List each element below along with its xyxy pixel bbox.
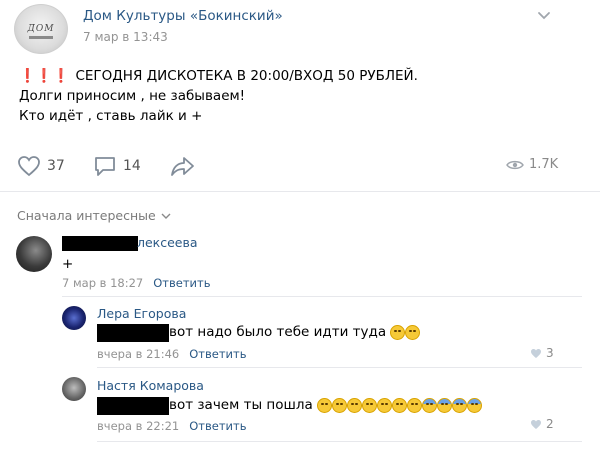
comment-author[interactable]: лексеева	[137, 235, 198, 250]
emoji-group	[317, 397, 483, 413]
redacted-mention-block	[97, 397, 169, 415]
fear-emoji-icon	[467, 397, 483, 413]
grin-emoji-icon	[407, 397, 423, 413]
reply-like-button[interactable]: 2	[530, 417, 554, 431]
reply-link[interactable]: Ответить	[189, 419, 246, 433]
views-counter: 1.7K	[506, 157, 558, 172]
exclamation-emoji: ❗❗❗	[19, 68, 70, 84]
comments-sort-dropdown[interactable]: Сначала интересные	[17, 208, 172, 223]
reply-like-button[interactable]: 3	[530, 346, 554, 360]
divider	[97, 441, 582, 442]
crying-emoji-icon	[347, 397, 363, 413]
post-author[interactable]: Дом Культуры «Бокинский»	[83, 8, 283, 24]
redacted-mention-block	[97, 324, 169, 342]
grin-emoji-icon	[392, 397, 408, 413]
reply-date[interactable]: вчера в 22:21	[97, 419, 179, 433]
reply-text: вот надо было тебе идти туда	[169, 324, 421, 340]
chevron-down-icon[interactable]	[537, 11, 551, 21]
heart-icon	[531, 348, 541, 358]
eye-icon	[506, 160, 524, 169]
divider	[62, 296, 582, 297]
post-text-line-1-content: СЕГОДНЯ ДИСКОТЕКА В 20:00/ВХОД 50 РУБЛЕЙ…	[75, 68, 418, 84]
fear-emoji-icon	[437, 397, 453, 413]
comment-button[interactable]: 14	[93, 155, 141, 177]
like-count: 37	[47, 158, 65, 174]
avatar-logo-underline	[29, 36, 53, 39]
post-text-line-3: Кто идёт , ставь лайк и +	[19, 108, 203, 124]
comment-icon	[95, 157, 115, 176]
fear-emoji-icon	[452, 397, 468, 413]
post-text: ❗❗❗ СЕГОДНЯ ДИСКОТЕКА В 20:00/ВХОД 50 РУБ…	[19, 66, 418, 126]
reply-avatar[interactable]	[62, 306, 86, 330]
reply-like-count: 3	[546, 346, 554, 360]
fear-emoji-icon	[422, 397, 438, 413]
comment-text: +	[62, 256, 74, 272]
comment-date[interactable]: 7 мар в 18:27	[62, 276, 143, 290]
reply-like-count: 2	[546, 417, 554, 431]
share-button[interactable]	[170, 155, 202, 177]
reply-text-content: вот зачем ты пошла	[169, 397, 313, 413]
comment-meta: 7 мар в 18:27 Ответить	[62, 276, 211, 290]
divider	[97, 367, 582, 368]
chevron-down-icon	[161, 213, 171, 219]
heart-icon	[531, 419, 541, 429]
community-avatar[interactable]: ДОМ	[14, 4, 68, 54]
reply-text-content: вот надо было тебе идти туда	[169, 324, 387, 340]
crying-emoji-icon	[332, 397, 348, 413]
avatar-logo-text: ДОМ	[27, 24, 55, 34]
heart-icon	[18, 156, 40, 177]
reply-avatar[interactable]	[62, 377, 86, 401]
reply-author[interactable]: Настя Комарова	[97, 378, 204, 393]
grin-emoji-icon	[377, 397, 393, 413]
divider	[0, 191, 600, 192]
crying-emoji-icon	[405, 324, 421, 340]
crying-emoji-icon	[317, 397, 333, 413]
like-button[interactable]: 37	[17, 155, 65, 177]
reply-link[interactable]: Ответить	[189, 347, 246, 361]
reply-text: вот зачем ты пошла	[169, 397, 483, 413]
comment-avatar[interactable]	[16, 236, 52, 272]
reply-meta: вчера в 21:46 Ответить	[97, 347, 247, 361]
redacted-name-block	[62, 236, 138, 251]
reply-meta: вчера в 22:21 Ответить	[97, 419, 247, 433]
grin-emoji-icon	[390, 324, 406, 340]
post-date[interactable]: 7 мар в 13:43	[83, 30, 168, 44]
reply-author[interactable]: Лера Егорова	[97, 306, 186, 321]
reply-link[interactable]: Ответить	[153, 276, 210, 290]
comment-count: 14	[123, 158, 141, 174]
post-text-line-2: Долги приносим , не забываем!	[19, 88, 246, 104]
emoji-group	[390, 324, 421, 340]
sort-label: Сначала интересные	[17, 208, 156, 223]
reply-date[interactable]: вчера в 21:46	[97, 347, 179, 361]
crying-emoji-icon	[362, 397, 378, 413]
share-icon	[171, 157, 194, 176]
post-text-line-1: ❗❗❗ СЕГОДНЯ ДИСКОТЕКА В 20:00/ВХОД 50 РУБ…	[19, 66, 418, 86]
views-count: 1.7K	[529, 157, 559, 172]
